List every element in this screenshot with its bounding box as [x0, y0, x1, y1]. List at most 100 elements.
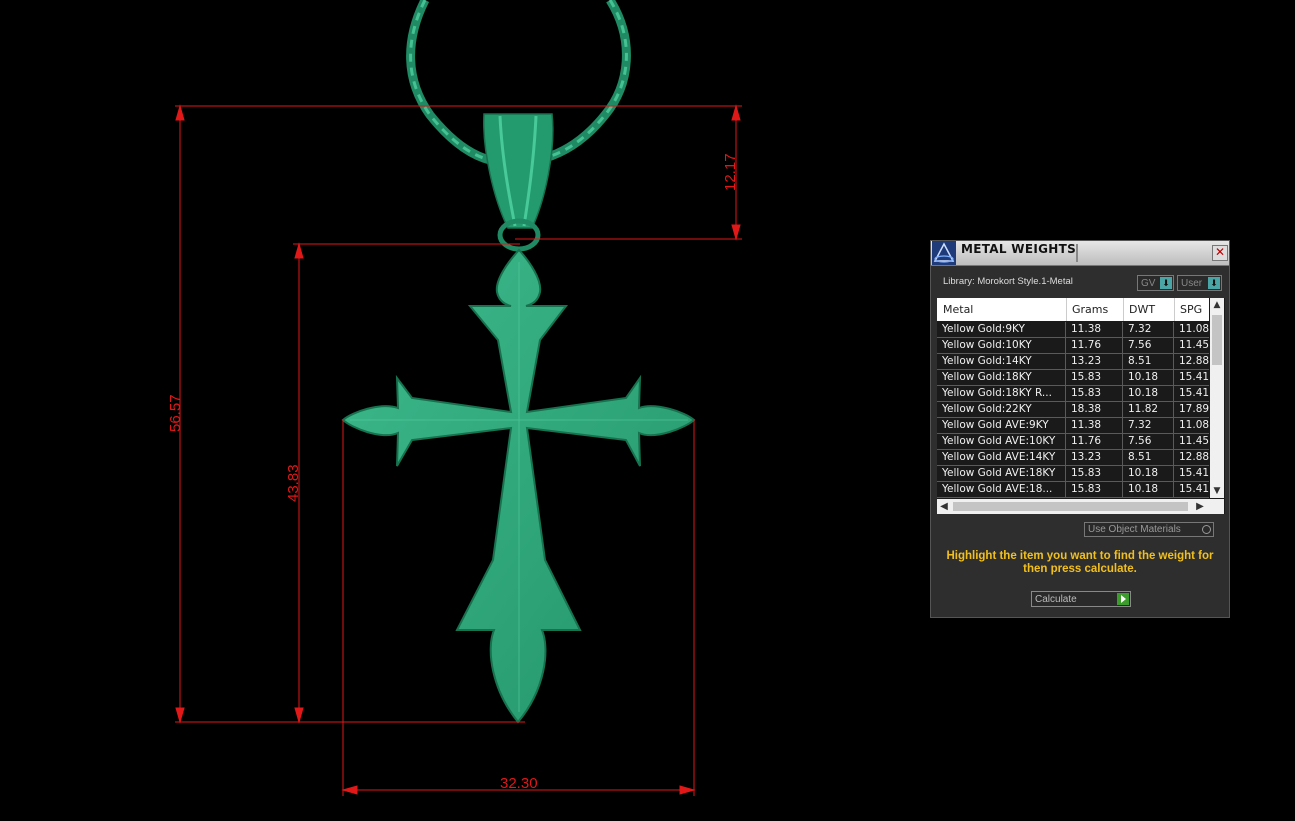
horizontal-scroll-thumb[interactable] [953, 502, 1188, 511]
column-header-spg[interactable]: SPG [1180, 303, 1202, 316]
cell-spg: 15.41 [1179, 371, 1209, 383]
scroll-down-icon[interactable]: ▼ [1210, 484, 1224, 498]
calculate-label: Calculate [1035, 594, 1077, 605]
cell-grams: 11.76 [1066, 338, 1123, 353]
column-divider [1174, 298, 1175, 321]
3d-viewport[interactable]: 56.57 43.83 12.17 32.30 [0, 0, 930, 821]
table-row[interactable]: Yellow Gold AVE:18KY 15.83 10.18 15.41 [937, 466, 1209, 482]
cell-metal: Yellow Gold:14KY [937, 354, 1066, 369]
cell-metal: Yellow Gold AVE:18... [937, 482, 1066, 497]
cell-grams: 11.38 [1066, 418, 1123, 433]
table-header: Metal Grams DWT SPG [937, 298, 1209, 321]
cell-metal: Yellow Gold:18KY [937, 370, 1066, 385]
cell-metal: Yellow Gold AVE:18KY [937, 466, 1066, 481]
user-dropdown[interactable]: User ⬇ [1177, 275, 1222, 291]
cell-spg: 11.08 [1179, 419, 1209, 431]
cell-metal: Yellow Gold AVE:9KY [937, 418, 1066, 433]
cell-spg: 11.08 [1179, 323, 1209, 335]
panel-title: METAL WEIGHTS [961, 242, 1077, 256]
table-row[interactable]: Yellow Gold:18KY 15.83 10.18 15.41 [937, 370, 1209, 386]
calculate-button[interactable]: Calculate [1031, 591, 1131, 607]
column-header-grams[interactable]: Grams [1072, 303, 1108, 316]
table-row[interactable]: Yellow Gold:14KY 13.23 8.51 12.88 [937, 354, 1209, 370]
cell-dwt: 8.51 [1123, 354, 1174, 369]
table-row[interactable]: Yellow Gold:18KY R... 15.83 10.18 15.41 [937, 386, 1209, 402]
dimension-lines [175, 104, 742, 796]
cell-grams: 13.23 [1066, 354, 1123, 369]
scroll-left-icon[interactable]: ◀ [937, 499, 951, 514]
bail [483, 113, 554, 252]
column-header-dwt[interactable]: DWT [1129, 303, 1155, 316]
gv-dropdown[interactable]: GV ⬇ [1137, 275, 1174, 291]
table-row[interactable]: Yellow Gold AVE:9KY 11.38 7.32 11.08 [937, 418, 1209, 434]
vertical-scrollbar[interactable]: ▲ ▼ [1210, 298, 1224, 498]
cell-dwt: 7.32 [1123, 418, 1174, 433]
cell-dwt: 8.51 [1123, 450, 1174, 465]
cell-grams: 15.83 [1066, 482, 1123, 497]
cell-grams: 15.83 [1066, 466, 1123, 481]
scroll-up-icon[interactable]: ▲ [1210, 298, 1224, 312]
cell-grams: 15.83 [1066, 370, 1123, 385]
instruction-text: Highlight the item you want to find the … [946, 550, 1214, 575]
table-row[interactable]: Yellow Gold AVE:14KY 13.23 8.51 12.88 [937, 450, 1209, 466]
cell-metal: Yellow Gold:10KY [937, 338, 1066, 353]
cell-dwt: 7.32 [1123, 322, 1174, 337]
radio-icon[interactable] [1202, 525, 1211, 534]
cell-dwt: 10.18 [1123, 482, 1174, 497]
table-row[interactable]: Yellow Gold:22KY 18.38 11.82 17.89 [937, 402, 1209, 418]
cell-spg: 12.88 [1179, 355, 1209, 367]
cell-metal: Yellow Gold AVE:14KY [937, 450, 1066, 465]
scroll-right-icon[interactable]: ▶ [1193, 499, 1207, 514]
cell-metal: Yellow Gold AVE:10KY [937, 434, 1066, 449]
use-object-materials-toggle[interactable]: Use Object Materials [1084, 522, 1214, 537]
title-divider [1076, 244, 1078, 262]
dimension-bail-height: 12.17 [722, 153, 739, 191]
cell-dwt: 10.18 [1123, 370, 1174, 385]
vertical-scroll-thumb[interactable] [1212, 315, 1222, 365]
dimension-overall-height: 56.57 [167, 394, 184, 432]
play-icon[interactable] [1117, 593, 1129, 605]
table-row[interactable]: Yellow Gold AVE:18... 15.83 10.18 15.41 [937, 482, 1209, 498]
user-dropdown-arrow-icon[interactable]: ⬇ [1208, 277, 1220, 289]
viewport-canvas: 56.57 43.83 12.17 32.30 [167, 0, 742, 796]
cell-grams: 11.76 [1066, 434, 1123, 449]
table-row[interactable]: Yellow Gold:10KY 11.76 7.56 11.45 [937, 338, 1209, 354]
gv-dropdown-label: GV [1141, 278, 1156, 289]
cross-pendant [341, 248, 696, 724]
cell-spg: 15.41 [1179, 467, 1209, 479]
column-divider [1123, 298, 1124, 321]
cell-dwt: 11.82 [1123, 402, 1174, 417]
dimension-width: 32.30 [500, 775, 538, 792]
use-object-materials-label: Use Object Materials [1088, 524, 1181, 535]
cell-spg: 15.41 [1179, 483, 1209, 495]
matrix-logo-icon [932, 241, 956, 265]
table-row[interactable]: Yellow Gold:9KY 11.38 7.32 11.08 [937, 322, 1209, 338]
column-divider [1066, 298, 1067, 321]
cell-spg: 12.88 [1179, 451, 1209, 463]
cell-grams: 11.38 [1066, 322, 1123, 337]
cell-grams: 13.23 [1066, 450, 1123, 465]
cell-grams: 18.38 [1066, 402, 1123, 417]
metal-weights-panel: METAL WEIGHTS ✕ Library: Morokort Style.… [930, 240, 1230, 618]
panel-titlebar[interactable]: METAL WEIGHTS ✕ [931, 241, 1229, 266]
column-header-metal[interactable]: Metal [943, 303, 973, 316]
horizontal-scrollbar[interactable]: ◀ ▶ [937, 499, 1224, 514]
cell-dwt: 7.56 [1123, 338, 1174, 353]
close-button[interactable]: ✕ [1212, 245, 1228, 261]
cell-spg: 15.41 [1179, 387, 1209, 399]
cell-dwt: 10.18 [1123, 386, 1174, 401]
cell-dwt: 10.18 [1123, 466, 1174, 481]
cell-dwt: 7.56 [1123, 434, 1174, 449]
cell-metal: Yellow Gold:22KY [937, 402, 1066, 417]
table-row[interactable]: Yellow Gold AVE:10KY 11.76 7.56 11.45 [937, 434, 1209, 450]
cell-spg: 11.45 [1179, 339, 1209, 351]
gv-dropdown-arrow-icon[interactable]: ⬇ [1160, 277, 1172, 289]
cell-grams: 15.83 [1066, 386, 1123, 401]
library-label: Library: Morokort Style.1-Metal [943, 276, 1073, 287]
cell-spg: 11.45 [1179, 435, 1209, 447]
table-body: Yellow Gold:9KY 11.38 7.32 11.08 Yellow Gol… [937, 322, 1209, 498]
cell-spg: 17.89 [1179, 403, 1209, 415]
metal-weights-table: Metal Grams DWT SPG Yellow Gold:9KY 11.38… [937, 298, 1225, 514]
user-dropdown-label: User [1181, 278, 1203, 289]
cell-metal: Yellow Gold:18KY R... [937, 386, 1066, 401]
